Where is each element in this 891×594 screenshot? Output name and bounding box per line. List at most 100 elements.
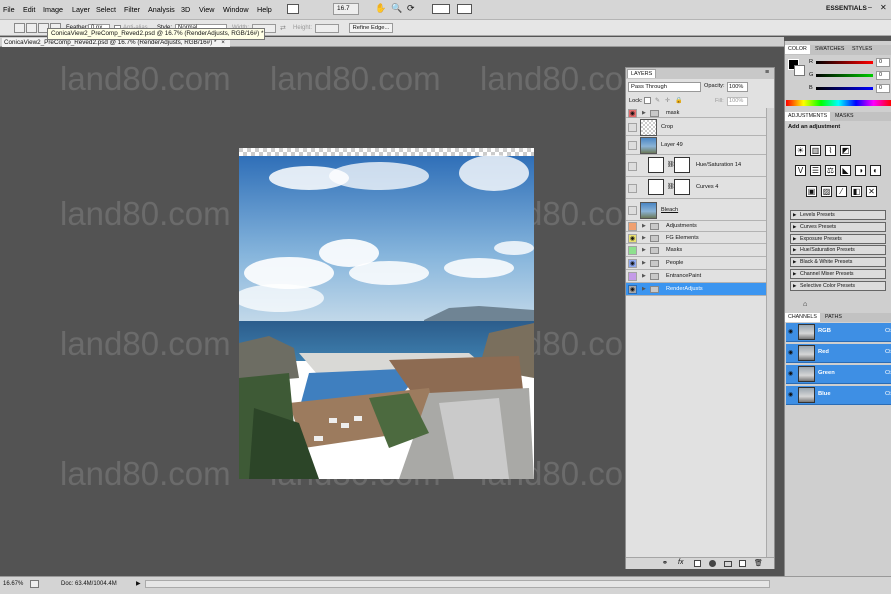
lock-all-icon[interactable]: 🔒 xyxy=(675,97,682,104)
add-selection-icon[interactable] xyxy=(26,23,37,33)
new-layer-icon[interactable] xyxy=(739,560,746,567)
black-white-icon[interactable]: ◣ xyxy=(840,165,851,176)
workspace-switcher[interactable]: ESSENTIALS xyxy=(826,5,867,12)
adjustments-tab[interactable]: ADJUSTMENTS xyxy=(785,112,831,121)
color-channel-input[interactable]: 0 xyxy=(876,71,890,80)
close-tab-icon[interactable]: × xyxy=(221,39,225,46)
layer-row[interactable]: ⛓ Curves 4 xyxy=(626,177,766,199)
menu-layer[interactable]: Layer xyxy=(72,5,90,14)
ruler-icon[interactable] xyxy=(287,4,299,14)
status-menu-arrow-icon[interactable]: ▶ xyxy=(136,580,141,587)
delete-layer-icon[interactable]: 🗑 xyxy=(754,559,763,567)
channel-row[interactable]: ◉ Red Ct xyxy=(786,344,891,363)
eye-icon[interactable]: ◉ xyxy=(788,328,793,335)
fx-icon[interactable]: fx xyxy=(678,559,683,566)
menu-analysis[interactable]: Analysis xyxy=(148,5,175,14)
eye-icon[interactable]: ◉ xyxy=(788,370,793,377)
swatches-tab[interactable]: SWATCHES xyxy=(812,45,847,54)
adjustment-preset-item[interactable]: Exposure Presets ▶ xyxy=(790,233,886,244)
layers-tab[interactable]: LAYERS xyxy=(627,69,657,78)
expand-arrow-icon[interactable]: ▶ xyxy=(793,270,796,278)
paths-tab[interactable]: PATHS xyxy=(822,313,845,322)
menu-3d[interactable]: 3D xyxy=(181,5,190,14)
visibility-toggle[interactable] xyxy=(628,272,637,281)
channels-tab[interactable]: CHANNELS xyxy=(785,313,820,322)
channel-row[interactable]: ◉ Green Ct xyxy=(786,365,891,384)
expand-arrow-icon[interactable]: ▶ xyxy=(793,223,796,231)
eye-icon[interactable]: ◉ xyxy=(788,391,793,398)
expand-arrow-icon[interactable]: ▶ xyxy=(642,110,646,116)
channel-mixer-icon[interactable]: ◐ xyxy=(870,165,881,176)
menu-filter[interactable]: Filter xyxy=(124,5,140,14)
horizontal-scrollbar[interactable] xyxy=(145,580,770,588)
visibility-toggle[interactable] xyxy=(628,246,637,255)
color-channel-slider[interactable] xyxy=(816,61,873,64)
adjustment-preset-item[interactable]: Channel Mixer Presets ▶ xyxy=(790,269,886,279)
color-balance-icon[interactable]: ⚖ xyxy=(825,165,836,176)
lock-image-icon[interactable]: ✎ xyxy=(655,97,660,104)
invert-icon[interactable]: ▣ xyxy=(806,186,817,197)
new-adjustment-icon[interactable] xyxy=(709,560,716,567)
layer-row[interactable]: ◉ ▶ mask xyxy=(626,108,766,118)
eye-icon[interactable]: ◉ xyxy=(628,259,637,268)
zoom-icon[interactable]: 🔍 xyxy=(391,3,402,14)
threshold-icon[interactable]: ⁄ xyxy=(836,186,847,197)
expand-arrow-icon[interactable]: ▶ xyxy=(642,235,646,241)
document-canvas[interactable] xyxy=(234,148,534,479)
adjustment-preset-item[interactable]: Curves Presets ▶ xyxy=(790,221,886,232)
adjustments-footer-icon[interactable]: ⌂ xyxy=(803,301,807,308)
photo-filter-icon[interactable]: ◑ xyxy=(855,165,866,176)
adjustment-preset-item[interactable]: Hue/Saturation Presets ▶ xyxy=(790,245,886,256)
expand-arrow-icon[interactable]: ▶ xyxy=(642,286,646,292)
arrange-documents-icon[interactable] xyxy=(432,4,450,14)
channel-row[interactable]: ◉ RGB Ct xyxy=(786,323,891,342)
blend-mode-dropdown[interactable]: Pass Through xyxy=(628,82,701,92)
link-layers-icon[interactable]: ⚭ xyxy=(662,559,668,567)
expand-arrow-icon[interactable]: ▶ xyxy=(793,235,796,243)
adjustment-preset-item[interactable]: Black & White Presets ▶ xyxy=(790,257,886,268)
status-export-icon[interactable] xyxy=(30,580,39,588)
color-channel-input[interactable]: 0 xyxy=(876,58,890,67)
status-zoom[interactable]: 16.67% xyxy=(3,581,23,587)
selective-color-icon[interactable]: ✕ xyxy=(866,186,877,197)
vibrance-icon[interactable]: V xyxy=(795,165,806,176)
posterize-icon[interactable]: ▨ xyxy=(821,186,832,197)
layer-row[interactable]: Layer 49 xyxy=(626,136,766,155)
menu-view[interactable]: View xyxy=(199,5,214,14)
visibility-toggle[interactable] xyxy=(628,122,637,132)
layer-row[interactable]: Bleach xyxy=(626,199,766,221)
opacity-input[interactable]: 100% xyxy=(727,82,748,92)
menu-help[interactable]: Help xyxy=(257,5,272,14)
visibility-toggle[interactable] xyxy=(628,183,637,193)
visibility-toggle[interactable] xyxy=(628,141,637,150)
background-color-swatch[interactable] xyxy=(794,65,805,76)
styles-tab[interactable]: STYLES xyxy=(849,45,875,54)
minimize-icon[interactable]: – xyxy=(868,4,872,11)
visibility-toggle[interactable] xyxy=(628,205,637,215)
expand-arrow-icon[interactable]: ▶ xyxy=(793,258,796,266)
expand-arrow-icon[interactable]: ▶ xyxy=(793,211,796,219)
color-channel-input[interactable]: 0 xyxy=(876,84,890,93)
menu-select[interactable]: Select xyxy=(96,5,116,14)
layer-row[interactable]: ▶ EntrancePaint xyxy=(626,270,766,283)
exposure-icon[interactable]: ◩ xyxy=(840,145,851,156)
layer-row[interactable]: ▶ Masks xyxy=(626,244,766,257)
eye-icon[interactable]: ◉ xyxy=(628,233,637,243)
screen-mode-icon[interactable] xyxy=(457,4,472,14)
expand-arrow-icon[interactable]: ▶ xyxy=(642,273,646,279)
layer-row[interactable]: ⛓ Hue/Saturation 14 xyxy=(626,155,766,177)
new-selection-icon[interactable] xyxy=(14,23,25,33)
gradient-map-icon[interactable]: ◧ xyxy=(851,186,862,197)
color-channel-slider[interactable] xyxy=(816,87,873,90)
expand-arrow-icon[interactable]: ▶ xyxy=(793,246,796,254)
adjustment-preset-item[interactable]: Selective Color Presets ▶ xyxy=(790,280,886,291)
layer-row[interactable]: ▶ Adjustments xyxy=(626,221,766,232)
channel-row[interactable]: ◉ Blue Ct xyxy=(786,386,891,405)
expand-arrow-icon[interactable]: ▶ xyxy=(642,247,646,253)
height-input[interactable] xyxy=(315,24,339,33)
layer-row[interactable]: ◉ ▶ People xyxy=(626,257,766,270)
color-tab[interactable]: COLOR xyxy=(785,45,810,54)
layer-row[interactable]: ◉ ▶ RenderAdjusts xyxy=(626,283,766,296)
hand-icon[interactable]: ✋ xyxy=(375,3,386,14)
layers-scrollbar[interactable] xyxy=(766,108,774,558)
